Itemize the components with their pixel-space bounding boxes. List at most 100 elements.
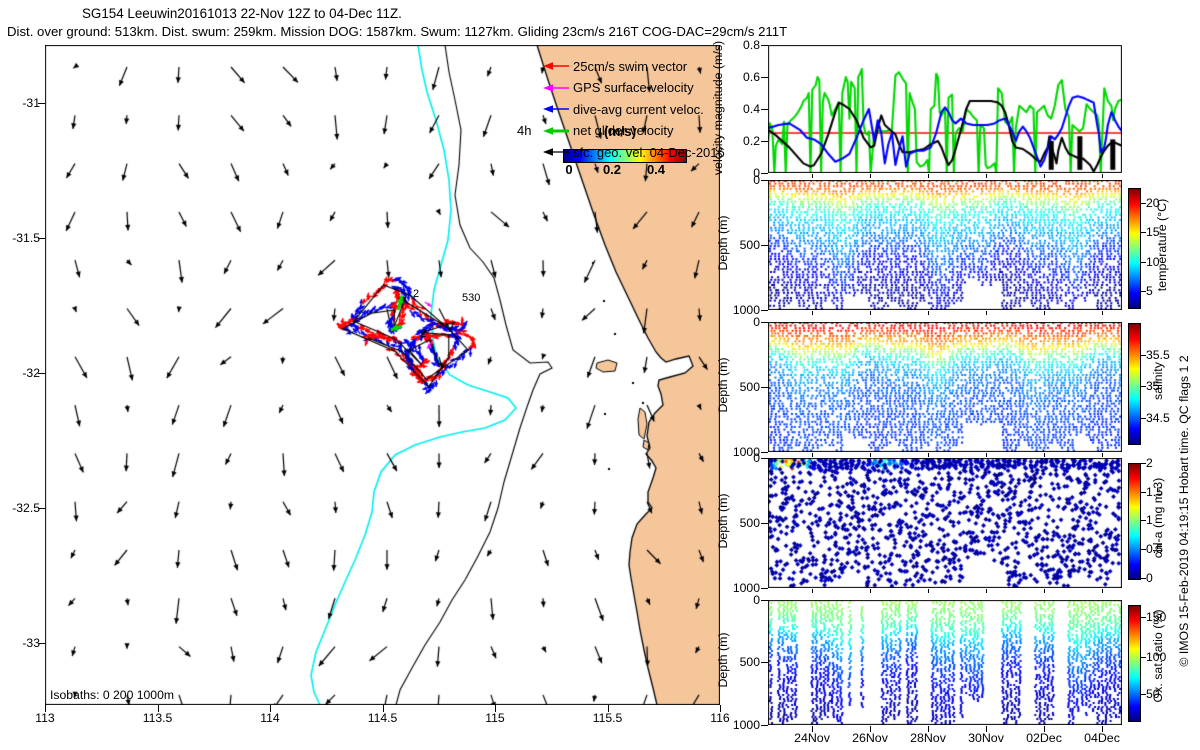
map-x-tickmark (270, 705, 271, 712)
velocity-y-tickmark (761, 109, 768, 110)
map-y-tick: -31 (22, 96, 40, 110)
time-tickmark (928, 589, 929, 593)
time-tickmark (928, 174, 929, 178)
time-axis-tick: 02Dec (1026, 731, 1062, 745)
time-tickmark (1102, 589, 1103, 593)
colorbar-tickmark (1141, 578, 1146, 579)
colorbar-tick: 1.5 (1146, 485, 1163, 499)
colorbar-tick: 50 (1146, 687, 1160, 701)
map-x-tickmark (157, 705, 159, 712)
map-y-tickmark (38, 103, 45, 104)
map-colorbar-tick: 0 (565, 162, 573, 177)
map-y-tick: -33 (22, 636, 40, 650)
colorbar-tickmark (1141, 203, 1146, 204)
time-tickmark (928, 726, 929, 732)
time-tickmark (812, 174, 813, 178)
time-tickmark (812, 726, 813, 732)
legend-arrow-icon (543, 148, 569, 157)
time-tickmark (986, 311, 987, 315)
velocity-y-tickmark (761, 45, 768, 46)
legend-item-label: dive-avg current veloc. (573, 101, 704, 117)
temperature-colorbar (1128, 188, 1141, 309)
map-colorbar-tick: 0.2 (602, 162, 622, 177)
colorbar-tickmark (1141, 549, 1146, 550)
colorbar-tick: 2 (1146, 456, 1153, 470)
colorbar-tick: 5 (1146, 284, 1153, 298)
chlorophyll-panel (768, 458, 1122, 588)
colorbar-tickmark (1141, 262, 1146, 263)
plot-subtitle: Dist. over ground: 513km. Dist. swum: 25… (7, 24, 788, 39)
map-y-tickmark (38, 238, 45, 239)
legend-arrow-icon (543, 105, 569, 113)
velocity-y-tick: 0.6 (743, 70, 760, 84)
depth-y-tickmark (761, 458, 768, 459)
salinity-panel (768, 322, 1122, 452)
depth-y-tick: 0 (753, 173, 760, 187)
depth-y-tickmark (761, 600, 768, 601)
time-tickmark (986, 453, 987, 457)
time-tickmark (870, 311, 871, 315)
map-y-tick: -32.5 (12, 501, 40, 515)
map-x-tick: 113 (35, 711, 55, 725)
colorbar-tickmark (1141, 232, 1146, 233)
time-axis-tick: 04Dec (1084, 731, 1120, 745)
depth-y-tickmark (761, 387, 768, 388)
velocity-y-tickmark (761, 173, 768, 174)
map-x-tick: 115 (485, 711, 505, 725)
colorbar-tickmark (1141, 520, 1146, 521)
depth-y-tickmark (761, 322, 768, 323)
legend-item: 25cm/s swim vector (543, 58, 688, 74)
velocity-y-tickmark (761, 141, 768, 142)
depth-y-tickmark (761, 588, 768, 589)
colorbar-tick: 150 (1146, 610, 1167, 624)
map-x-tickmark (495, 705, 496, 712)
colorbar-tickmark (1141, 694, 1146, 695)
velocity-y-tick: 0.4 (743, 102, 760, 116)
time-tickmark (812, 589, 813, 593)
legend-item-label: 25cm/s swim vector (573, 58, 688, 74)
colorbar-tickmark (1141, 386, 1146, 387)
colorbar-tickmark (1141, 617, 1146, 618)
legend-arrow-icon (543, 83, 569, 92)
time-axis-tick: 30Nov (968, 731, 1004, 745)
colorbar-tick: 0 (1146, 571, 1153, 585)
colorbar-tickmark (1141, 355, 1146, 356)
time-tickmark (986, 174, 987, 178)
time-tickmark (812, 453, 813, 457)
legend-item: net glider velocity (543, 123, 673, 138)
time-tickmark (870, 726, 871, 732)
depth-y-tick: 500 (739, 516, 760, 530)
depth-y-tick: 500 (739, 655, 760, 669)
time-tickmark (1044, 311, 1045, 315)
legend-arrow-icon (543, 126, 569, 135)
map-x-tick: 114 (260, 711, 280, 725)
map-x-tickmark (607, 705, 609, 712)
oxygen-panel (768, 600, 1122, 725)
time-tickmark (1044, 174, 1045, 178)
depth-y-tick: 500 (739, 238, 760, 252)
depth-y-tickmark (761, 523, 768, 524)
legend-item-label: sfc. geo. vel. 04-Dec-2016 (573, 144, 725, 160)
legend-item: GPS surface velocity (543, 80, 694, 95)
time-tickmark (1044, 726, 1045, 732)
time-axis-tick: 28Nov (910, 731, 946, 745)
velocity-y-tickmark (761, 77, 768, 78)
time-tickmark (986, 589, 987, 593)
track-dive-number: 2 (413, 288, 420, 300)
time-tickmark (870, 589, 871, 593)
depth-y-tick: 0 (753, 451, 760, 465)
velocity-y-tick: 0.8 (743, 38, 760, 52)
legend-item: sfc. geo. vel. 04-Dec-2016 (543, 144, 725, 160)
track-dive-number: 2 (420, 328, 427, 340)
depth-y-tick: 1000 (732, 718, 760, 732)
time-tickmark (1102, 453, 1103, 457)
velocity-y-tick: 0.2 (743, 134, 760, 148)
time-tickmark (870, 174, 871, 178)
depth-y-tick: 0 (753, 593, 760, 607)
colorbar-tick: 34.5 (1146, 411, 1170, 425)
depth-y-tick: 500 (739, 380, 760, 394)
velocity-panel (768, 45, 1122, 173)
colorbar-tick: 35 (1146, 379, 1160, 393)
colorbar-tick: 15 (1146, 225, 1160, 239)
time-tickmark (812, 311, 813, 315)
